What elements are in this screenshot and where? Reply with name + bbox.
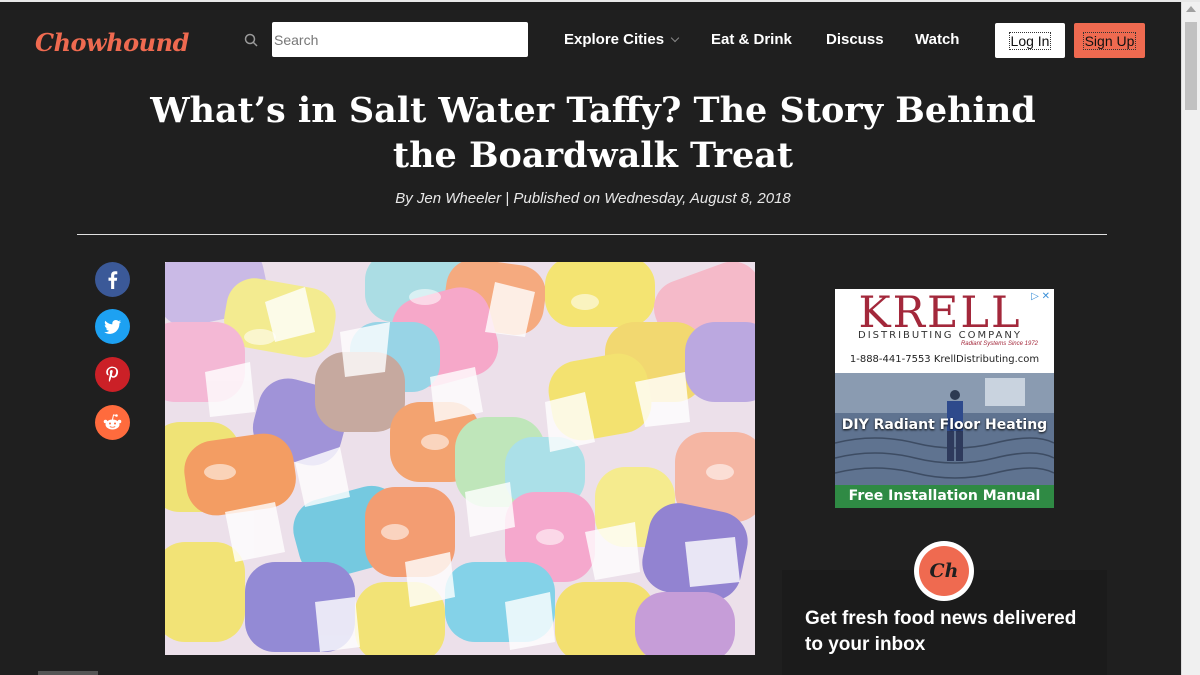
taffy-illustration <box>165 262 755 655</box>
share-pinterest-button[interactable] <box>95 357 130 392</box>
chowhound-badge-text: Ch <box>919 546 969 596</box>
reddit-icon <box>95 405 130 440</box>
advertisement[interactable]: ▷ ✕ KRELL DISTRIBUTING COMPANY Radiant S… <box>835 289 1054 508</box>
pinterest-icon <box>95 357 130 392</box>
vertical-scrollbar[interactable] <box>1181 2 1200 675</box>
article-byline: By Jen Wheeler | Published on Wednesday,… <box>395 190 791 207</box>
title-divider <box>77 234 1107 235</box>
share-reddit-button[interactable] <box>95 405 130 440</box>
ad-headline: DIY Radiant Floor Heating <box>841 417 1048 433</box>
share-twitter-button[interactable] <box>95 309 130 344</box>
login-button[interactable]: Log In <box>995 23 1065 58</box>
chowhound-logo[interactable]: Chowhound <box>35 28 189 57</box>
nav-eat-drink[interactable]: Eat & Drink <box>711 31 792 48</box>
login-label: Log In <box>1008 31 1052 50</box>
ad-brand: KRELL <box>858 289 1022 338</box>
facebook-icon <box>95 262 130 297</box>
article-title: What’s in Salt Water Taffy? The Story Be… <box>100 88 1086 178</box>
scroll-up-arrow-icon[interactable] <box>1186 6 1196 12</box>
article-title-line2: the Boardwalk Treat <box>392 135 794 176</box>
twitter-icon <box>95 309 130 344</box>
search-icon[interactable] <box>244 33 258 47</box>
ad-contact: 1-888-441-7553 KrellDistributing.com <box>849 354 1040 365</box>
ad-cta[interactable]: Free Installation Manual <box>835 485 1054 508</box>
scrollbar-thumb[interactable] <box>1185 22 1197 110</box>
nav-explore-cities-label: Explore Cities <box>564 31 665 48</box>
chevron-down-icon <box>670 33 680 43</box>
nav-watch[interactable]: Watch <box>915 31 959 48</box>
ad-tagline: Radiant Systems Since 1972 <box>960 341 1038 347</box>
search-input[interactable] <box>272 22 528 57</box>
chowhound-badge-icon: Ch <box>914 541 974 601</box>
nav-explore-cities[interactable]: Explore Cities <box>564 31 680 48</box>
signup-label: Sign Up <box>1082 31 1137 50</box>
share-facebook-button[interactable] <box>95 262 130 297</box>
hero-image <box>165 262 755 655</box>
newsletter-title: Get fresh food news delivered to your in… <box>805 608 1077 655</box>
article-title-line1: What’s in Salt Water Taffy? The Story Be… <box>150 90 1036 131</box>
nav-discuss[interactable]: Discuss <box>826 31 884 48</box>
ad-subtitle: DISTRIBUTING COMPANY <box>858 330 1022 341</box>
horizontal-scroll-indicator <box>38 671 98 675</box>
signup-button[interactable]: Sign Up <box>1074 23 1145 58</box>
site-header: Chowhound Explore Cities Eat & Drink Dis… <box>0 2 1182 78</box>
